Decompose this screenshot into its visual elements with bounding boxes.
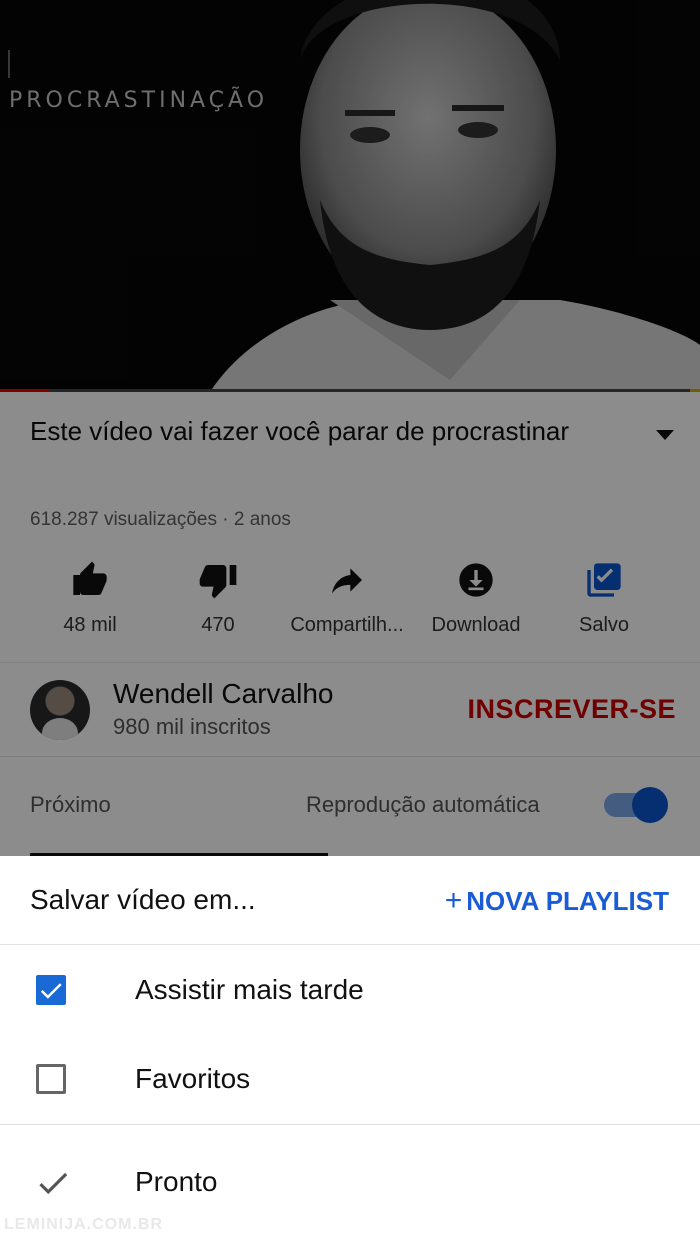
playlist-option-favorites[interactable]: Favoritos bbox=[0, 1037, 700, 1125]
divider bbox=[0, 944, 700, 945]
checkbox-checked-icon[interactable] bbox=[36, 975, 66, 1005]
new-playlist-button[interactable]: + NOVA PLAYLIST bbox=[445, 884, 669, 918]
sheet-title: Salvar vídeo em... bbox=[30, 884, 256, 915]
done-label: Pronto bbox=[135, 1166, 218, 1197]
done-button[interactable]: Pronto bbox=[0, 1140, 700, 1228]
plus-icon: + bbox=[444, 884, 463, 917]
modal-scrim[interactable] bbox=[0, 0, 700, 856]
save-to-playlist-sheet: Salvar vídeo em... + NOVA PLAYLIST Assist… bbox=[0, 856, 700, 1244]
playlist-option-label: Assistir mais tarde bbox=[135, 974, 364, 1005]
divider bbox=[0, 1124, 700, 1125]
checkmark-icon bbox=[39, 1172, 68, 1195]
checkbox-unchecked-icon[interactable] bbox=[36, 1064, 66, 1094]
watermark: LEMINIJA.COM.BR bbox=[4, 1216, 163, 1233]
playlist-option-watch-later[interactable]: Assistir mais tarde bbox=[0, 948, 700, 1036]
playlist-option-label: Favoritos bbox=[135, 1063, 251, 1094]
new-playlist-label: NOVA PLAYLIST bbox=[466, 886, 669, 916]
